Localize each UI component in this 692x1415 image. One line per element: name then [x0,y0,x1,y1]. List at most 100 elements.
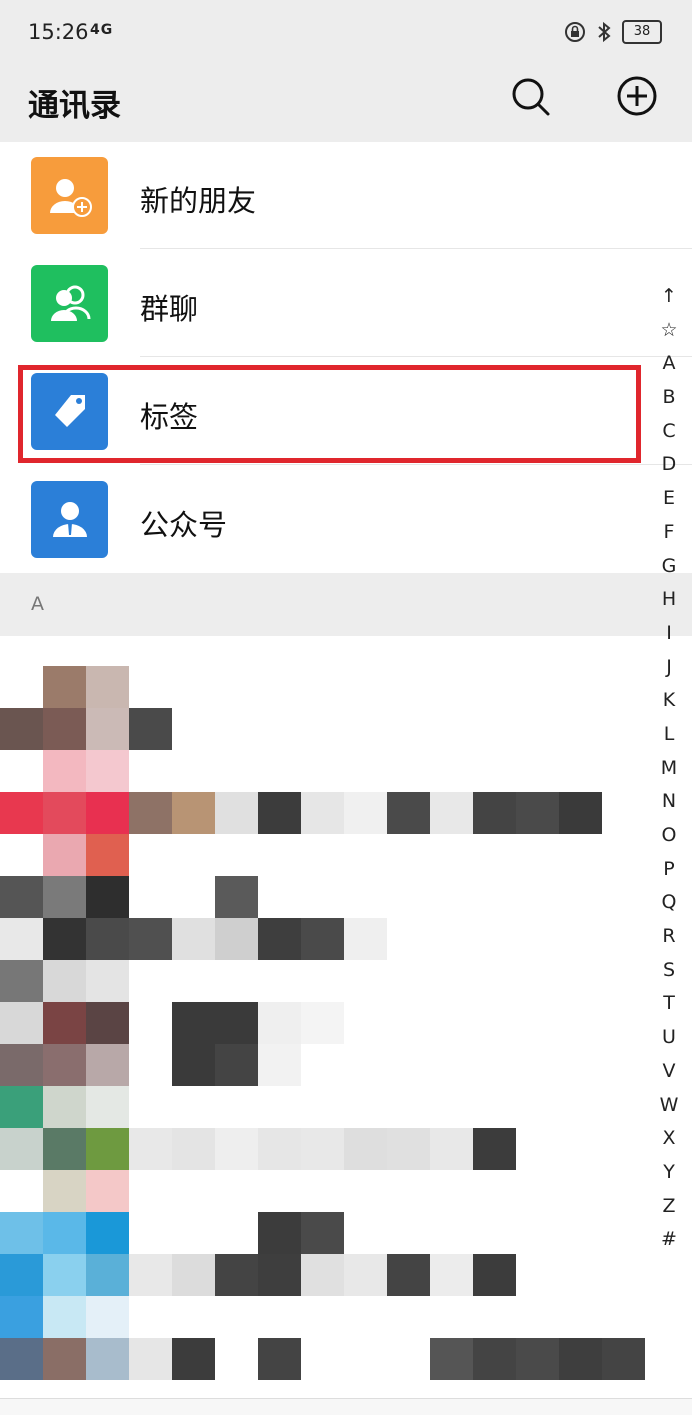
pixel-block [86,1170,129,1212]
pixel-block [43,1002,86,1044]
pixel-block [172,1254,215,1296]
obscured-contact-list[interactable] [0,636,650,1398]
official-account-icon [31,481,108,558]
pixel-block [344,1254,387,1296]
pixel-block [43,918,86,960]
pixel-block [129,708,172,750]
pixel-block [43,876,86,918]
pixel-block [301,792,344,834]
index-letter[interactable]: G [650,550,688,584]
pixel-block [129,1338,172,1380]
pixel-block [215,1044,258,1086]
index-letter[interactable]: Q [650,886,688,920]
index-letter[interactable]: R [650,920,688,954]
pixel-block [215,1002,258,1044]
index-letter[interactable]: I [650,617,688,651]
pixel-block [215,1254,258,1296]
pixel-block [43,1044,86,1086]
pixel-block [301,1254,344,1296]
index-letter[interactable]: B [650,381,688,415]
pixel-block [172,918,215,960]
pixel-block [258,1044,301,1086]
pixel-block [86,1044,129,1086]
index-letter[interactable]: L [650,718,688,752]
index-letter[interactable]: ↑ [650,280,688,314]
pixel-block [86,1212,129,1254]
index-letter[interactable]: D [650,448,688,482]
index-letter[interactable]: K [650,684,688,718]
pixel-block [86,1254,129,1296]
index-letter[interactable]: W [650,1089,688,1123]
pixel-block [86,1002,129,1044]
bluetooth-icon [598,21,611,43]
lock-icon [565,22,585,42]
pixel-block [473,1254,516,1296]
pixel-block [0,792,43,834]
pixel-block [473,792,516,834]
pixel-block [0,1296,43,1338]
pixel-block [172,1338,215,1380]
pixel-block [258,1128,301,1170]
index-letter[interactable]: C [650,415,688,449]
add-icon[interactable] [615,74,659,118]
official-accounts-row[interactable]: 公众号 [0,466,692,573]
index-letter[interactable]: V [650,1055,688,1089]
index-letter[interactable]: E [650,482,688,516]
index-letter[interactable]: M [650,752,688,786]
index-letter[interactable]: O [650,819,688,853]
divider [140,464,692,465]
pixel-block [215,1128,258,1170]
pixel-block [86,792,129,834]
index-letter[interactable]: J [650,651,688,685]
pixel-block [430,1338,473,1380]
divider [140,248,692,249]
group-chats-row[interactable]: 群聊 [0,250,692,357]
pixel-block [258,1254,301,1296]
pixel-block [43,1296,86,1338]
alphabet-index[interactable]: ↑ ☆ A B C D E F G H I J K L M N O P Q R S T U V W X Y Z # [650,280,688,1257]
pixel-block [258,1212,301,1254]
pixel-block [86,876,129,918]
pixel-block [129,918,172,960]
index-letter[interactable]: P [650,853,688,887]
add-friend-icon [31,157,108,234]
pixel-block [301,1002,344,1044]
index-letter[interactable]: ☆ [650,314,688,348]
pixel-block [344,1128,387,1170]
index-letter[interactable]: T [650,987,688,1021]
pixel-block [86,960,129,1002]
index-letter[interactable]: N [650,785,688,819]
bottom-nav[interactable] [0,1398,692,1415]
index-letter[interactable]: Y [650,1156,688,1190]
pixel-block [129,1128,172,1170]
index-letter[interactable]: H [650,583,688,617]
status-time: 15:26 [28,20,89,44]
pixel-block [86,1128,129,1170]
pixel-block [86,918,129,960]
pixel-block [43,960,86,1002]
search-icon[interactable] [508,74,552,118]
network-indicator: 4G [90,22,114,38]
index-letter[interactable]: F [650,516,688,550]
index-letter[interactable]: Z [650,1190,688,1224]
pixel-block [0,1212,43,1254]
pixel-block [258,918,301,960]
pixel-block [473,1338,516,1380]
pixel-block [215,918,258,960]
pixel-block [0,918,43,960]
pixel-block [43,792,86,834]
index-letter[interactable]: # [650,1223,688,1257]
pixel-block [43,666,86,708]
pixel-block [301,1212,344,1254]
pixel-block [215,876,258,918]
pixel-block [43,1128,86,1170]
index-letter[interactable]: X [650,1122,688,1156]
index-letter[interactable]: U [650,1021,688,1055]
new-friends-row[interactable]: 新的朋友 [0,142,692,249]
pixel-block [86,666,129,708]
index-letter[interactable]: A [650,347,688,381]
pixel-block [0,960,43,1002]
pixel-block [430,1254,473,1296]
pixel-block [86,834,129,876]
index-letter[interactable]: S [650,954,688,988]
